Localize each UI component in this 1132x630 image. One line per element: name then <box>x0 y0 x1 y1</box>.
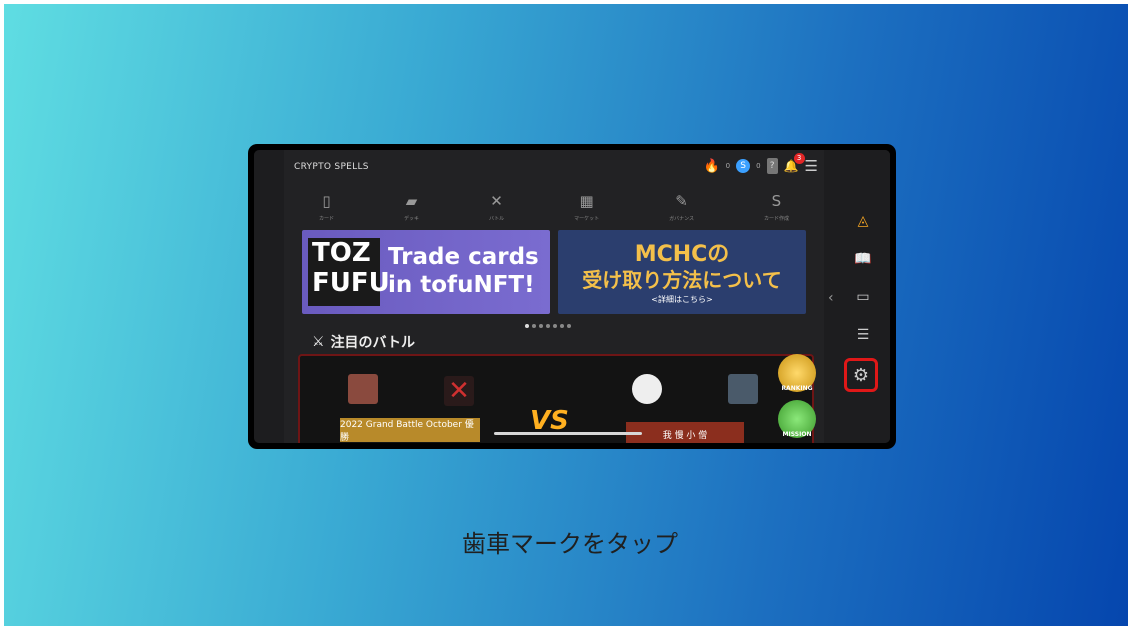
nav-label: バトル <box>488 216 505 222</box>
tofunft-logo: TOZ FUFU <box>308 238 390 306</box>
fire-icon: 🔥 <box>703 158 720 174</box>
create-s-icon: S <box>771 192 782 210</box>
deck-icon: ▰ <box>405 192 418 210</box>
nav-item-cards[interactable]: ▯ カード <box>319 192 334 228</box>
slide-background: CRYPTO SPELLS 🔥 0 S 0 ? 🔔 3 ☰ ▯ カード ▰ デッキ ✕… <box>4 4 1128 626</box>
nav-label: カード <box>318 216 334 222</box>
mission-badge[interactable]: MISSION <box>778 400 816 438</box>
nav-label: ガバナンス <box>669 216 694 222</box>
swords-icon: ⚔ <box>312 334 325 350</box>
hamburger-menu-icon[interactable]: ☰ <box>805 158 818 174</box>
nav-item-deck[interactable]: ▰ デッキ <box>404 192 419 228</box>
featured-battle-card[interactable]: ✕ 2022 Grand Battle October 優勝 VS 我 慢 小 … <box>298 354 814 443</box>
player-avatar[interactable] <box>728 374 758 404</box>
spell-count: 0 <box>756 162 761 170</box>
ranking-badge[interactable]: RANKING <box>778 354 816 392</box>
carousel-dot[interactable] <box>546 324 550 328</box>
quill-icon: ✎ <box>675 192 688 210</box>
section-title: 注目のバトル <box>330 335 415 351</box>
carousel-dot[interactable] <box>567 324 571 328</box>
nav-item-market[interactable]: ▦ マーケット <box>574 192 599 228</box>
main-nav: ▯ カード ▰ デッキ ✕ バトル ▦ マーケット ✎ ガバナンス S カード作成 <box>284 192 824 228</box>
notification-badge: 3 <box>793 153 805 164</box>
nav-item-battle[interactable]: ✕ バトル <box>489 192 504 228</box>
spell-token-icon[interactable]: S <box>736 159 751 173</box>
banner-mchc[interactable]: MCHCの 受け取り方法について <詳細はこちら> <box>558 230 806 314</box>
chevron-left-icon[interactable]: ‹ <box>828 290 834 306</box>
main-content: CRYPTO SPELLS 🔥 0 S 0 ? 🔔 3 ☰ ▯ カード ▰ デッキ ✕… <box>284 150 824 443</box>
player-avatar[interactable] <box>632 374 662 404</box>
banner-subtitle: 受け取り方法について <box>582 268 782 292</box>
banner-tofunft[interactable]: TOZ FUFU Trade cards in tofuNFT! <box>302 230 550 314</box>
triangle-logo-icon[interactable]: ◬ <box>854 212 872 230</box>
carousel-dot[interactable] <box>553 324 557 328</box>
left-player-plate: 2022 Grand Battle October 優勝 <box>340 418 480 443</box>
app-screen: CRYPTO SPELLS 🔥 0 S 0 ? 🔔 3 ☰ ▯ カード ▰ デッキ ✕… <box>254 150 890 443</box>
banner-line-2: in tofuNFT! <box>388 272 535 298</box>
menu-icon[interactable]: ☰ <box>854 326 872 344</box>
right-player-plate: 我 慢 小 僧 <box>626 422 744 443</box>
nav-label: デッキ <box>403 216 419 222</box>
carousel-dot[interactable] <box>525 324 529 328</box>
nav-item-card-create[interactable]: S カード作成 <box>764 192 789 228</box>
nav-label: マーケット <box>574 216 600 222</box>
fire-count: 0 <box>725 162 731 170</box>
card-icon: ▯ <box>322 192 331 210</box>
top-status-bar: 🔥 0 S 0 ? 🔔 3 ☰ <box>703 153 818 174</box>
phone-frame: CRYPTO SPELLS 🔥 0 S 0 ? 🔔 3 ☰ ▯ カード ▰ デッキ ✕… <box>248 144 896 449</box>
nav-label: カード作成 <box>763 216 789 222</box>
help-icon[interactable]: ? <box>766 158 778 174</box>
cross-icon: ✕ <box>444 376 474 406</box>
bell-icon[interactable]: 🔔 3 <box>784 153 805 173</box>
player-avatar[interactable] <box>348 374 378 404</box>
app-logo: CRYPTO SPELLS <box>294 162 369 172</box>
nav-item-governance[interactable]: ✎ ガバナンス <box>669 192 694 228</box>
right-sidebar: ‹ ◬ 📖 ▭ ☰ ⚙ <box>828 150 890 443</box>
carousel-dot[interactable] <box>532 324 536 328</box>
carousel-dot[interactable] <box>560 324 564 328</box>
shop-icon: ▦ <box>579 192 594 210</box>
banner-detail-link: <詳細はこちら> <box>651 295 713 304</box>
gear-icon[interactable]: ⚙ <box>844 358 878 392</box>
carousel-dot[interactable] <box>539 324 543 328</box>
caption-text: 歯車マークをタップ <box>462 530 678 558</box>
wallet-icon[interactable]: ▭ <box>854 288 872 306</box>
banner-line-1: Trade cards <box>388 244 539 270</box>
home-indicator[interactable] <box>494 432 642 435</box>
carousel-dots[interactable] <box>525 324 571 328</box>
book-icon[interactable]: 📖 <box>854 250 872 268</box>
swords-icon: ✕ <box>490 192 503 210</box>
section-featured-battles: ⚔ 注目のバトル <box>312 332 415 352</box>
